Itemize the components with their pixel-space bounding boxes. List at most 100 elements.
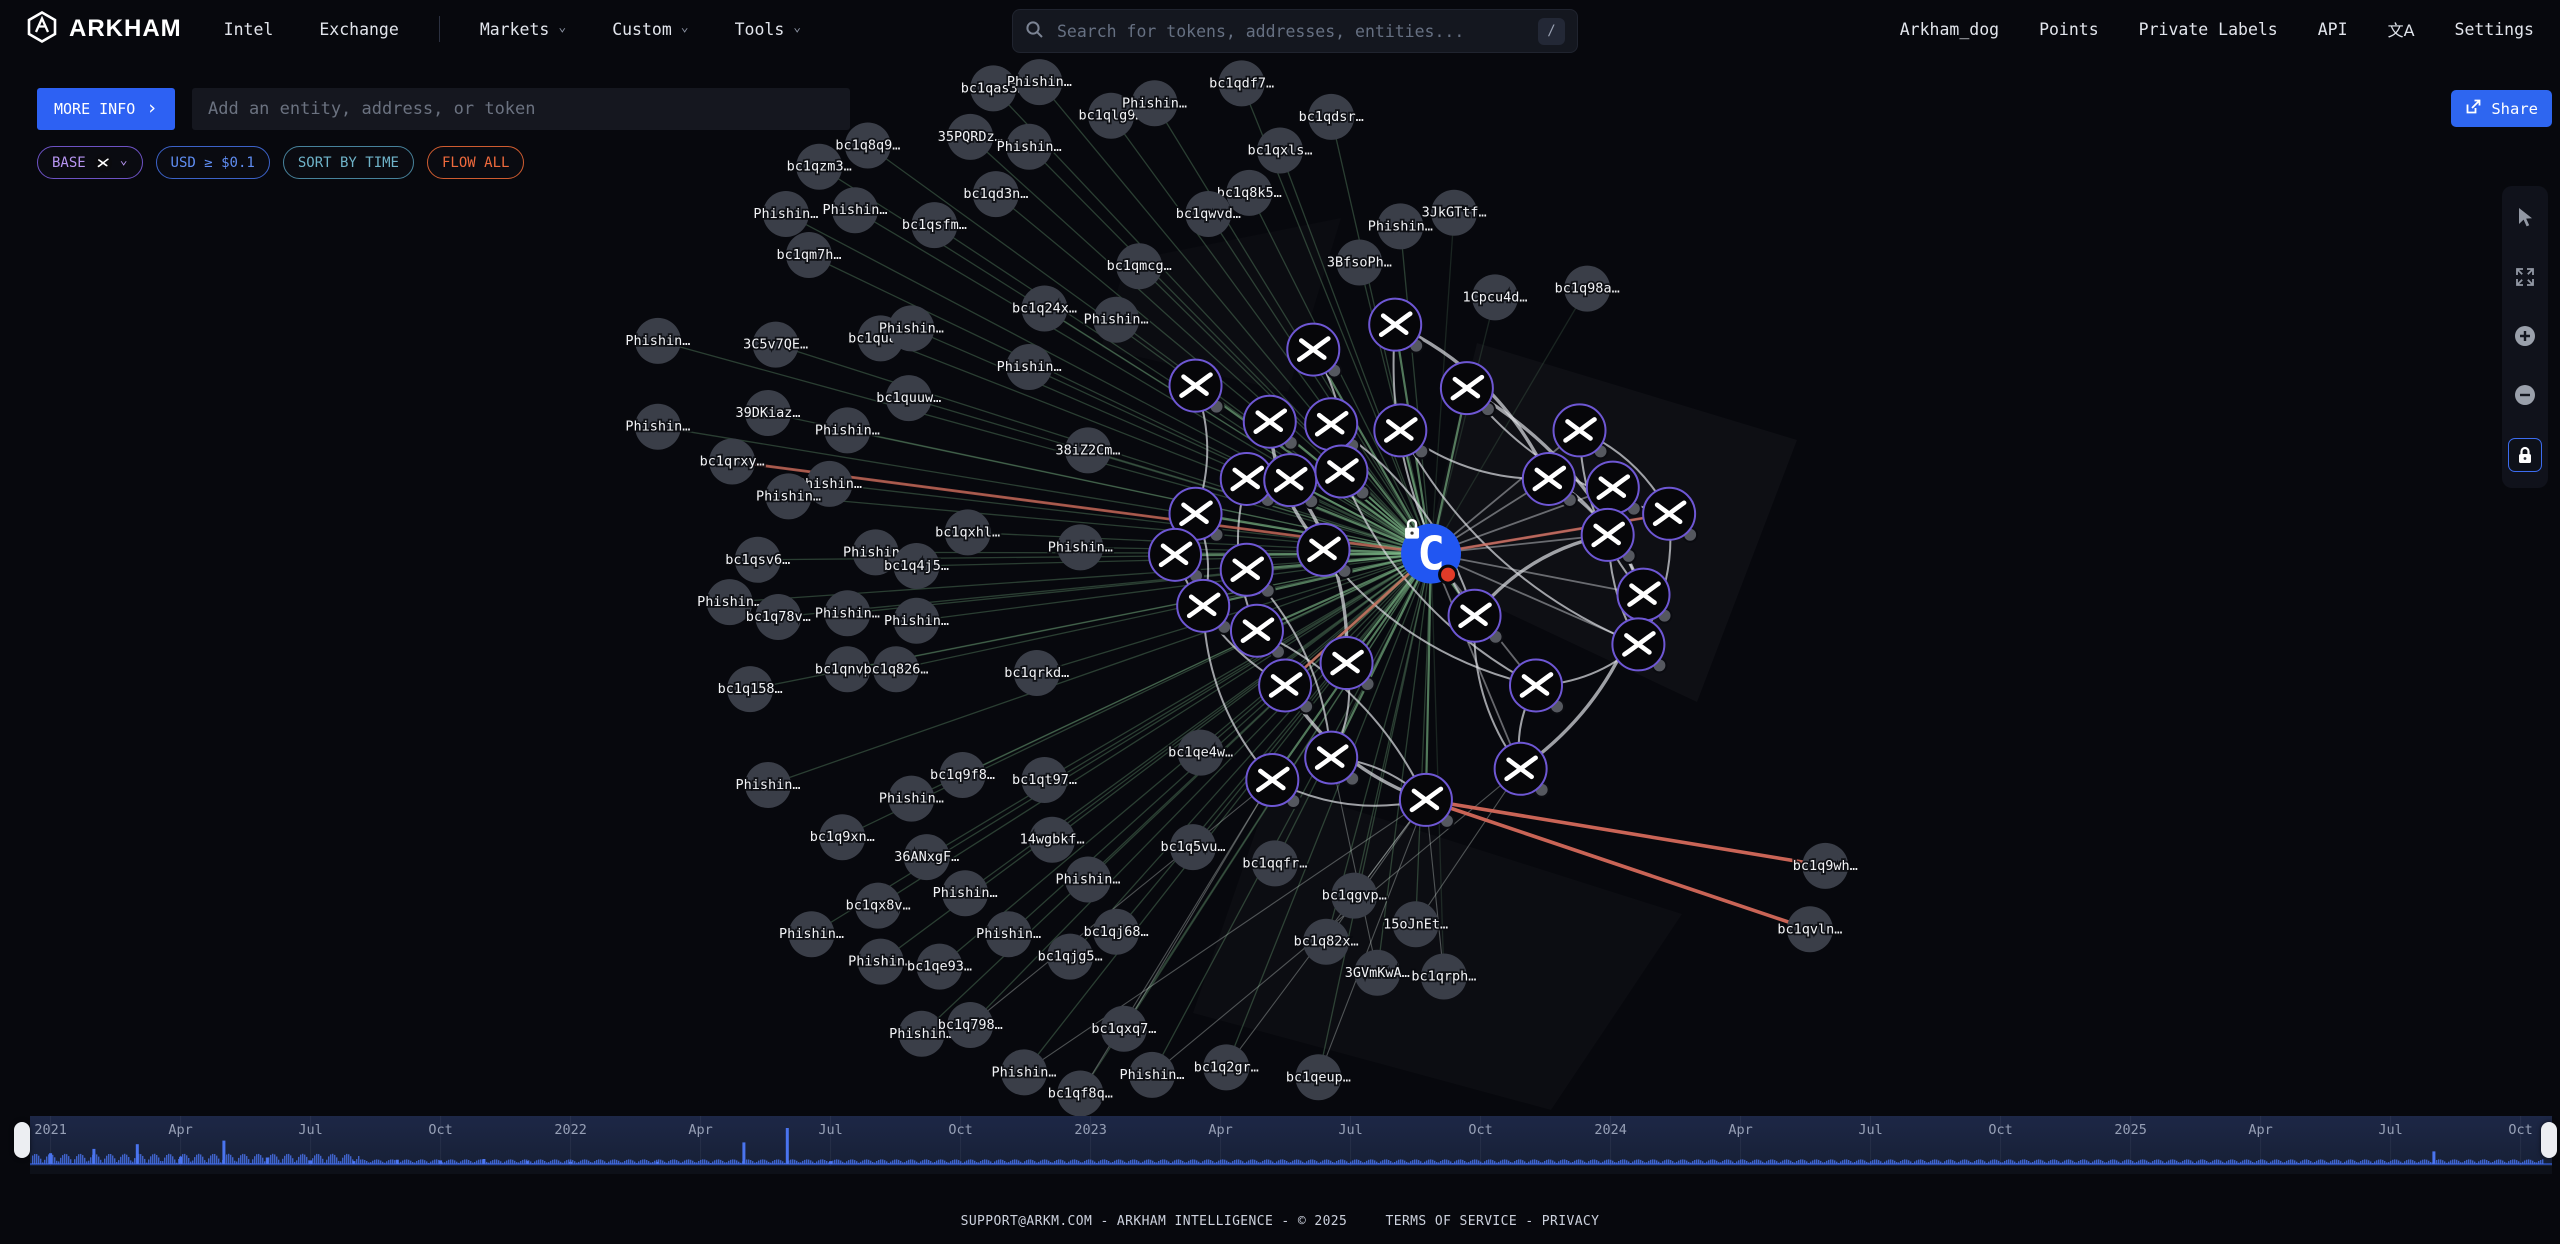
graph-node-address[interactable]: Phishin… xyxy=(1007,59,1072,105)
graph-node-address[interactable]: bc1qrkd… xyxy=(1004,650,1069,696)
graph-node-address[interactable]: bc1qdsr… xyxy=(1299,94,1364,140)
graph-node-address[interactable]: bc1qe93… xyxy=(907,944,972,990)
nav-link-settings[interactable]: Settings xyxy=(2455,20,2534,39)
graph-node-address[interactable]: bc1q24x… xyxy=(1012,286,1077,332)
graph-node-address[interactable]: Phishin… xyxy=(823,187,888,233)
graph-node-address[interactable]: bc1qeup… xyxy=(1286,1054,1351,1100)
graph-node-exchange[interactable] xyxy=(1618,569,1672,623)
graph-node-address[interactable]: Phishin… xyxy=(815,407,880,453)
graph-node-address[interactable]: Phishin… xyxy=(1119,1052,1184,1098)
graph-node-address[interactable]: bc1q158… xyxy=(718,666,783,712)
nav-link-private-labels[interactable]: Private Labels xyxy=(2139,20,2278,39)
graph-node-address[interactable]: bc1qx8v… xyxy=(846,883,911,929)
graph-node-address[interactable]: Phishin… xyxy=(815,590,880,636)
graph-node-address[interactable]: bc1quuw… xyxy=(876,375,941,421)
graph-node-address[interactable]: Phishin… xyxy=(625,404,690,450)
global-search[interactable]: / xyxy=(1012,9,1578,53)
timeline-handle-right[interactable] xyxy=(2541,1122,2557,1158)
translate-icon[interactable]: 文A xyxy=(2388,17,2415,41)
nav-link-arkham-dog[interactable]: Arkham_dog xyxy=(1900,20,1999,39)
graph-node-address[interactable]: Phishin… xyxy=(997,124,1062,170)
filter-chip-usd-0-1[interactable]: USD ≥ $0.1 xyxy=(156,146,270,179)
graph-node-exchange[interactable] xyxy=(1321,637,1375,691)
graph-node-address[interactable]: bc1q9wh… xyxy=(1793,843,1858,889)
graph-node-address[interactable]: Phishin… xyxy=(625,318,690,364)
graph-node-exchange[interactable] xyxy=(1231,605,1285,659)
graph-node-address[interactable]: bc1qdf7… xyxy=(1209,60,1274,106)
graph-node-address[interactable]: 39DKiaz… xyxy=(735,390,800,436)
graph-node-address[interactable]: bc1qvln… xyxy=(1777,906,1842,952)
graph-node-exchange[interactable] xyxy=(1400,774,1454,828)
graph-node-address[interactable]: Phishin… xyxy=(997,344,1062,390)
graph-node-address[interactable]: bc1qd3n… xyxy=(963,171,1028,217)
graph-node-address[interactable]: bc1qt97… xyxy=(1012,757,1077,803)
cursor-tool[interactable] xyxy=(2509,202,2541,234)
graph-node-exchange[interactable] xyxy=(1305,398,1359,452)
graph-node-address[interactable]: bc1qxhl… xyxy=(935,509,1000,555)
graph-node-address[interactable]: Phishin… xyxy=(1055,857,1120,903)
add-entity-input[interactable] xyxy=(192,88,850,130)
footer-links[interactable]: TERMS OF SERVICE - PRIVACY xyxy=(1385,1214,1599,1229)
graph-node-exchange[interactable] xyxy=(1259,659,1313,713)
timeline-track[interactable]: 2021AprJulOct2022AprJulOct2023AprJulOct2… xyxy=(30,1116,2552,1166)
search-input[interactable] xyxy=(1055,21,1527,42)
nav-link-intel[interactable]: Intel xyxy=(224,20,274,39)
graph-node-exchange[interactable] xyxy=(1298,524,1352,578)
graph-node-address[interactable]: Phishin… xyxy=(735,762,800,808)
graph-node-address[interactable]: 36ANxgF… xyxy=(894,834,959,880)
graph-node-address[interactable]: 14wgbkf… xyxy=(1020,817,1085,863)
graph-node-address[interactable]: bc1q98a… xyxy=(1555,266,1620,312)
graph-node-exchange[interactable] xyxy=(1582,509,1636,563)
graph-node-exchange[interactable] xyxy=(1523,453,1577,507)
graph-node-address[interactable]: bc1qsv6… xyxy=(725,537,790,583)
expand-tool[interactable] xyxy=(2509,261,2541,293)
graph-node-address[interactable]: 35PQRDz… xyxy=(938,114,1003,160)
graph-node-address[interactable]: bc1qsfm… xyxy=(902,202,967,248)
graph-node-address[interactable]: bc1q826… xyxy=(863,646,928,692)
graph-node-address[interactable]: 38iZ2Cm… xyxy=(1055,427,1120,473)
graph-node-address[interactable]: bc1qxls… xyxy=(1247,128,1312,174)
graph-node-exchange[interactable] xyxy=(1374,404,1428,458)
graph-node-exchange[interactable] xyxy=(1170,360,1224,414)
nav-menu-custom[interactable]: Custom⌄ xyxy=(612,20,688,39)
arkham-logo[interactable]: ARKHAM xyxy=(26,11,182,47)
graph-node-exchange[interactable] xyxy=(1287,324,1341,378)
graph-node-address[interactable]: bc1qxq7… xyxy=(1091,1006,1156,1052)
graph-node-exchange[interactable] xyxy=(1315,445,1369,499)
graph-node-exchange[interactable] xyxy=(1264,454,1318,508)
timeline-handle-left[interactable] xyxy=(14,1122,30,1158)
graph-node-exchange[interactable] xyxy=(1587,462,1641,516)
more-info-button[interactable]: MORE INFO › xyxy=(37,88,175,130)
filter-chip-flow-all[interactable]: FLOW ALL xyxy=(427,146,524,179)
graph-node-address[interactable]: bc1qrxy… xyxy=(700,439,765,485)
graph-node-address[interactable]: Phishin… xyxy=(779,911,844,957)
graph-node-exchange[interactable] xyxy=(1554,404,1608,458)
graph-node-exchange[interactable] xyxy=(1449,590,1503,644)
graph-node-address[interactable]: bc1qjg5… xyxy=(1038,934,1103,980)
transaction-graph-canvas[interactable]: bc1qas3…Phishin…bc1qdf7…bc1qlg9…Phishin…… xyxy=(0,0,2560,1244)
graph-node-address[interactable]: Phishin… xyxy=(991,1049,1056,1095)
graph-node-address[interactable]: 3C5v7QE… xyxy=(743,322,808,368)
footer-info[interactable]: SUPPORT@ARKM.COM - ARKHAM INTELLIGENCE -… xyxy=(961,1214,1348,1229)
graph-node-address[interactable]: bc1q2gr… xyxy=(1194,1044,1259,1090)
zoom-out-tool[interactable] xyxy=(2509,379,2541,411)
graph-node-address[interactable]: bc1q9xn… xyxy=(810,814,875,860)
graph-node-address[interactable]: Phishin… xyxy=(976,911,1041,957)
graph-node-exchange[interactable] xyxy=(1305,732,1359,786)
nav-menu-tools[interactable]: Tools⌄ xyxy=(735,20,802,39)
graph-node-exchange[interactable] xyxy=(1149,529,1203,583)
filter-chip-base[interactable]: BASE⌄ xyxy=(37,146,143,179)
graph-node-exchange[interactable] xyxy=(1510,659,1564,713)
graph-node-exchange[interactable] xyxy=(1495,743,1549,797)
lock-tool[interactable] xyxy=(2508,438,2542,472)
graph-node-exchange[interactable] xyxy=(1244,396,1298,450)
graph-node-address[interactable]: Phishin… xyxy=(884,598,949,644)
graph-node-address[interactable]: Phishin… xyxy=(753,191,818,237)
graph-node-address[interactable]: Phishin… xyxy=(1048,524,1113,570)
graph-node-exchange[interactable] xyxy=(1643,488,1697,542)
graph-node-exchange[interactable] xyxy=(1441,362,1495,416)
graph-node-exchange[interactable] xyxy=(1612,618,1666,672)
graph-node-address[interactable]: bc1qm7h… xyxy=(776,232,841,278)
zoom-in-tool[interactable] xyxy=(2509,320,2541,352)
filter-chip-sort-by-time[interactable]: SORT BY TIME xyxy=(283,146,414,179)
